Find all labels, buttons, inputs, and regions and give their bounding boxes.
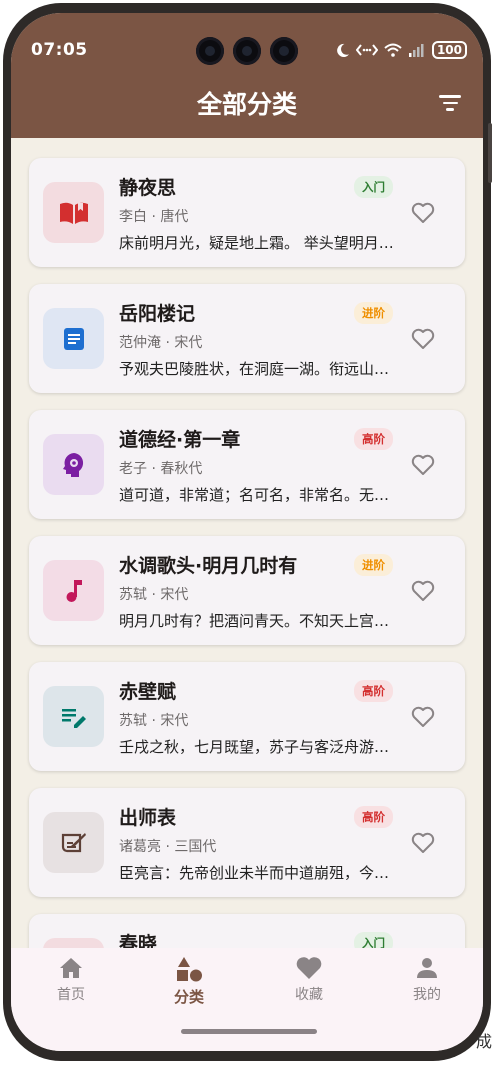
card-icon-box: [43, 182, 104, 243]
card-icon-box: [43, 560, 104, 621]
card-icon-box: [43, 686, 104, 747]
signal-icon: [408, 44, 424, 57]
card-excerpt: 明月几时有？把酒问青天。不知天上宫阙，今夕是何年。: [119, 612, 395, 630]
gesture-home-bar[interactable]: [181, 1029, 317, 1034]
level-badge: 进阶: [354, 554, 393, 576]
card-icon-box: [43, 434, 104, 495]
nav-label: 收藏: [295, 987, 323, 1003]
camera-lens: [270, 37, 298, 65]
status-time: 07:05: [31, 40, 88, 60]
card-icon-box: [43, 308, 104, 369]
poem-card[interactable]: 春晓 入门: [29, 914, 465, 948]
app-header: 07:05 100 全部分类: [11, 13, 483, 138]
level-badge: 进阶: [354, 302, 393, 324]
nav-favorites[interactable]: 收藏: [269, 956, 349, 1004]
card-excerpt: 床前明月光，疑是地上霜。 举头望明月，低头思故乡。: [119, 234, 395, 252]
favorite-heart-icon[interactable]: [411, 328, 435, 350]
card-author: 老子 · 春秋代: [119, 461, 203, 477]
card-title: 岳阳楼记: [119, 303, 196, 325]
camera-lens: [196, 37, 224, 65]
nav-home[interactable]: 首页: [31, 956, 111, 1004]
document-icon: [63, 327, 84, 350]
overlay-text: 成: [476, 1032, 493, 1051]
card-title: 道德经·第一章: [119, 429, 241, 451]
nav-label: 首页: [57, 987, 85, 1003]
favorite-heart-icon[interactable]: [411, 202, 435, 224]
heart-icon: [296, 957, 322, 979]
card-excerpt: 道可道，非常道；名可名，非常名。无名天地之始。: [119, 486, 395, 504]
status-bar: 07:05 100: [11, 13, 483, 73]
nfc-icon: [355, 44, 378, 56]
level-badge: 入门: [354, 932, 393, 948]
phone-frame: 07:05 100 全部分类 静夜思 李白 · 唐代 床前明月光，疑是地上霜。 …: [3, 3, 492, 1061]
music-note-icon: [66, 579, 82, 602]
favorite-heart-icon[interactable]: [411, 832, 435, 854]
card-author: 诸葛亮 · 三国代: [119, 839, 217, 855]
nav-label: 我的: [413, 987, 441, 1003]
poem-card[interactable]: 岳阳楼记 范仲淹 · 宋代 予观夫巴陵胜状，在洞庭一湖。衔远山，吞长江。 进阶: [29, 284, 465, 393]
card-author: 苏轼 · 宋代: [119, 713, 189, 729]
poem-card[interactable]: 静夜思 李白 · 唐代 床前明月光，疑是地上霜。 举头望明月，低头思故乡。 入门: [29, 158, 465, 267]
poem-card[interactable]: 道德经·第一章 老子 · 春秋代 道可道，非常道；名可名，非常名。无名天地之始。…: [29, 410, 465, 519]
card-author: 苏轼 · 宋代: [119, 587, 189, 603]
card-title: 静夜思: [119, 177, 177, 199]
card-title: 出师表: [119, 807, 177, 829]
page-title: 全部分类: [196, 90, 297, 119]
favorite-heart-icon[interactable]: [411, 580, 435, 602]
nav-label: 分类: [173, 988, 204, 1006]
person-icon: [417, 958, 437, 978]
poem-card[interactable]: 出师表 诸葛亮 · 三国代 臣亮言：先帝创业未半而中道崩殂，今天下三分。 高阶: [29, 788, 465, 897]
edit-notes-icon: [61, 708, 86, 728]
bottom-navigation: 首页 分类 收藏 我的: [11, 948, 483, 1051]
card-excerpt: 臣亮言：先帝创业未半而中道崩殂，今天下三分。: [119, 864, 395, 882]
status-icons: 100: [335, 41, 467, 59]
card-icon-box: [43, 938, 104, 948]
level-badge: 高阶: [354, 680, 393, 702]
filter-icon[interactable]: [439, 95, 461, 115]
mind-gear-icon: [62, 452, 83, 477]
favorite-heart-icon[interactable]: [411, 454, 435, 476]
level-badge: 入门: [354, 176, 393, 198]
card-excerpt: 壬戌之秋，七月既望，苏子与客泛舟游于赤壁之下。: [119, 738, 395, 756]
moon-icon: [337, 43, 349, 57]
scroll-quill-icon: [61, 832, 86, 852]
poem-list[interactable]: 静夜思 李白 · 唐代 床前明月光，疑是地上霜。 举头望明月，低头思故乡。 入门…: [11, 138, 483, 948]
nav-category[interactable]: 分类: [149, 956, 229, 1007]
home-icon: [60, 958, 82, 978]
card-title: 水调歌头·明月几时有: [119, 555, 298, 577]
card-title: 春晓: [119, 933, 158, 948]
favorite-heart-icon[interactable]: [411, 706, 435, 728]
card-author: 李白 · 唐代: [119, 209, 189, 225]
screen: 07:05 100 全部分类 静夜思 李白 · 唐代 床前明月光，疑是地上霜。 …: [11, 13, 483, 1051]
side-button: [488, 123, 492, 183]
battery-indicator: 100: [431, 41, 467, 59]
level-badge: 高阶: [354, 428, 393, 450]
nav-profile[interactable]: 我的: [387, 956, 467, 1004]
camera-cutout: [196, 37, 298, 65]
wifi-icon: [384, 43, 402, 57]
level-badge: 高阶: [354, 806, 393, 828]
card-title: 赤壁赋: [119, 681, 177, 703]
card-author: 范仲淹 · 宋代: [119, 335, 203, 351]
camera-lens: [233, 37, 261, 65]
poem-card[interactable]: 赤壁赋 苏轼 · 宋代 壬戌之秋，七月既望，苏子与客泛舟游于赤壁之下。 高阶: [29, 662, 465, 771]
book-open-icon: [59, 202, 88, 224]
category-icon: [177, 957, 202, 982]
card-icon-box: [43, 812, 104, 873]
poem-card[interactable]: 水调歌头·明月几时有 苏轼 · 宋代 明月几时有？把酒问青天。不知天上宫阙，今夕…: [29, 536, 465, 645]
card-excerpt: 予观夫巴陵胜状，在洞庭一湖。衔远山，吞长江。: [119, 360, 395, 378]
